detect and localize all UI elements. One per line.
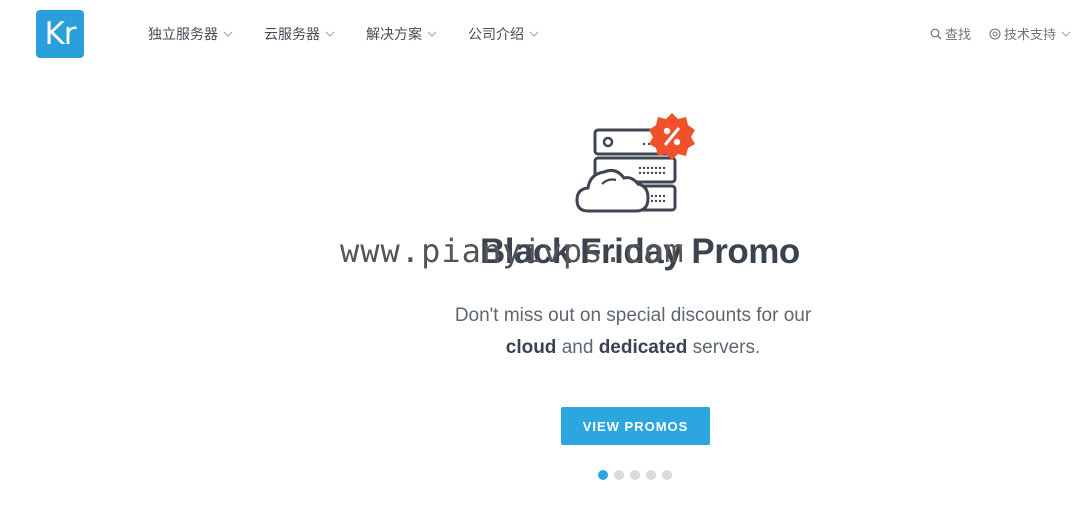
globe-icon bbox=[989, 27, 1001, 40]
carousel-dots bbox=[598, 470, 672, 480]
nav-item-solutions[interactable]: 解决方案 bbox=[366, 24, 437, 44]
nav-item-cloud-servers[interactable]: 云服务器 bbox=[264, 24, 335, 44]
main-nav: 独立服务器 云服务器 解决方案 公司介绍 bbox=[148, 24, 575, 44]
search-icon bbox=[930, 28, 942, 39]
carousel-dot-5[interactable] bbox=[662, 470, 672, 480]
nav-item-dedicated-servers[interactable]: 独立服务器 bbox=[148, 24, 233, 44]
watermark-text: www.pianyivps.com bbox=[340, 232, 685, 270]
hero-subtitle: Don't miss out on special discounts for … bbox=[393, 300, 873, 364]
chevron-down-icon bbox=[325, 31, 335, 37]
support-menu[interactable]: 技术支持 bbox=[989, 24, 1071, 43]
brand-logo[interactable]: Kr bbox=[36, 10, 84, 58]
bold-cloud: cloud bbox=[505, 337, 557, 358]
support-label: 技术支持 bbox=[1003, 27, 1056, 42]
subtitle-end: servers. bbox=[687, 337, 761, 358]
nav-item-label: 解决方案 bbox=[366, 26, 422, 42]
chevron-down-icon bbox=[223, 31, 233, 37]
nav-item-label: 公司介绍 bbox=[468, 26, 524, 42]
carousel-dot-2[interactable] bbox=[614, 470, 624, 480]
nav-item-label: 云服务器 bbox=[264, 26, 320, 42]
carousel-dot-1[interactable] bbox=[598, 470, 608, 480]
subtitle-connector: and bbox=[556, 337, 599, 358]
carousel-dot-4[interactable] bbox=[646, 470, 656, 480]
chevron-down-icon bbox=[529, 31, 539, 37]
chevron-down-icon bbox=[1061, 31, 1071, 37]
search-link[interactable]: 查找 bbox=[930, 24, 971, 43]
hero-subtitle-line2: cloud and dedicated servers. bbox=[393, 332, 873, 364]
nav-item-label: 独立服务器 bbox=[148, 26, 218, 42]
nav-item-company[interactable]: 公司介绍 bbox=[468, 24, 539, 44]
server-cloud-discount-icon bbox=[575, 113, 695, 213]
utility-nav: 查找 技术支持 bbox=[930, 24, 1071, 43]
chevron-down-icon bbox=[427, 31, 437, 37]
view-promos-button[interactable]: VIEW PROMOS bbox=[561, 407, 710, 445]
carousel-dot-3[interactable] bbox=[630, 470, 640, 480]
hero-subtitle-line1: Don't miss out on special discounts for … bbox=[454, 305, 812, 326]
search-label: 查找 bbox=[944, 27, 971, 42]
bold-dedicated: dedicated bbox=[598, 337, 688, 358]
